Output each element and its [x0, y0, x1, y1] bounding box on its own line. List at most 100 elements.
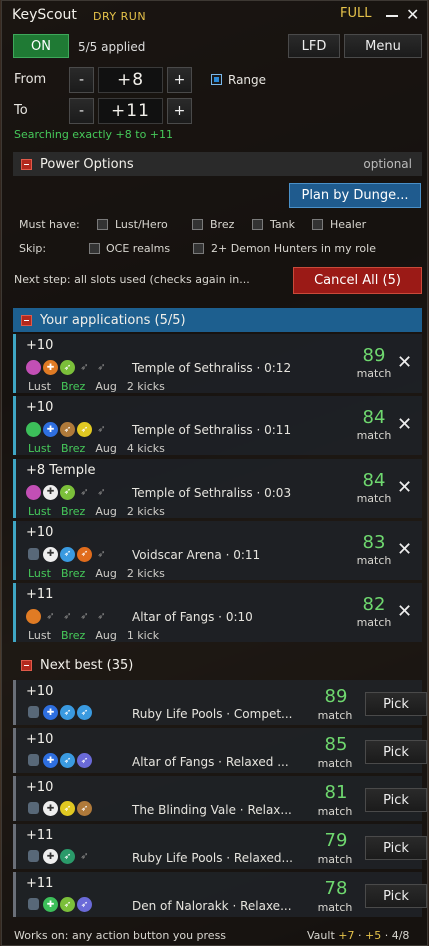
- lust-tag: Lust: [28, 442, 51, 456]
- range-label: Range: [228, 73, 267, 87]
- range-checkbox[interactable]: [211, 74, 222, 85]
- healer-role-icon: ✚: [43, 484, 58, 500]
- from-level-value[interactable]: +8: [98, 67, 163, 93]
- next-step-text: Next step: all slots used (checks again …: [14, 273, 250, 286]
- match-label: match: [317, 901, 353, 914]
- tank-role-icon: [28, 898, 39, 910]
- group-style: Relaxed...: [233, 851, 293, 865]
- from-increment-button[interactable]: +: [167, 67, 192, 93]
- healer-role-icon: ✚: [43, 360, 58, 375]
- elapsed-time: 0:03: [264, 485, 292, 500]
- application-card[interactable]: +8 Temple Temple of Sethraliss · 0:03 Lu…: [13, 458, 422, 518]
- cancel-all-button[interactable]: Cancel All (5): [293, 267, 422, 294]
- dungeon-info: Temple of Sethraliss · 0:12: [132, 361, 292, 375]
- tank-role-icon: [26, 360, 41, 375]
- key-level: +11: [26, 587, 54, 603]
- keyscout-window: KeyScout DRY RUN FULL ✕ ON 5/5 applied L…: [1, 0, 428, 946]
- brez-tag: Brez: [60, 380, 86, 393]
- to-level-value[interactable]: +11: [98, 98, 163, 124]
- pick-button[interactable]: Pick: [365, 740, 427, 764]
- aug-tag: Aug: [95, 442, 117, 456]
- cancel-application-icon[interactable]: ✕: [397, 477, 412, 498]
- demon-hunter-checkbox[interactable]: [193, 243, 204, 254]
- healer-role-icon: ✚: [43, 422, 58, 438]
- pick-button[interactable]: Pick: [365, 884, 427, 908]
- next-best-card[interactable]: +10 Altar of Fangs · Relaxed ... 85 matc…: [13, 728, 427, 773]
- pick-button[interactable]: Pick: [365, 692, 427, 716]
- group-tags: Lust Brez Aug 2 kicks: [28, 567, 165, 580]
- dps-role-icon: ➶: [60, 705, 75, 720]
- empty-dps-role-icon: ➶: [97, 424, 106, 436]
- role-icons: ✚ ➶ ➶: [26, 849, 92, 864]
- pick-button[interactable]: Pick: [365, 788, 427, 812]
- minimize-icon[interactable]: [385, 9, 399, 23]
- application-card[interactable]: +11 Altar of Fangs · 0:10 Lust Brez Aug …: [13, 583, 422, 643]
- healer-checkbox[interactable]: [312, 219, 323, 230]
- next-best-card[interactable]: +10 Ruby Life Pools · Compet... 89 match…: [13, 680, 427, 725]
- demon-hunter-label: 2+ Demon Hunters in my role: [211, 242, 376, 255]
- on-toggle-button[interactable]: ON: [13, 34, 69, 58]
- match-label: match: [356, 616, 392, 630]
- dps-role-icon: ➶: [77, 801, 92, 816]
- to-decrement-button[interactable]: -: [69, 98, 94, 124]
- key-level: +10: [26, 524, 54, 540]
- elapsed-time: 0:11: [233, 547, 261, 562]
- next-best-header[interactable]: Next best (35): [13, 653, 422, 677]
- elapsed-time: 0:12: [264, 361, 292, 375]
- power-options-header[interactable]: Power Options optional: [13, 152, 422, 176]
- application-card[interactable]: +10 Voidscar Arena · 0:11 Lust Brez Aug …: [13, 520, 422, 580]
- from-decrement-button[interactable]: -: [69, 67, 94, 93]
- collapse-icon[interactable]: [21, 158, 32, 170]
- lust-checkbox[interactable]: [97, 219, 108, 230]
- dungeon-info: Temple of Sethraliss · 0:03: [132, 485, 292, 500]
- role-icons: ✚ ➶ ➶ ➶: [26, 360, 109, 375]
- pick-button[interactable]: Pick: [365, 836, 427, 860]
- brez-label: Brez: [210, 218, 235, 231]
- dps-role-icon: ➶: [60, 801, 75, 816]
- lfd-button[interactable]: LFD: [288, 34, 340, 58]
- lust-tag: Lust: [28, 629, 51, 643]
- brez-tag: Brez: [60, 566, 86, 580]
- next-best-card[interactable]: +11 Ruby Life Pools · Relaxed... 79 matc…: [13, 824, 427, 869]
- next-best-card[interactable]: +10 The Blinding Vale · Relax... 81 matc…: [13, 776, 427, 821]
- application-card[interactable]: +10 Temple of Sethraliss · 0:12 Lust Bre…: [13, 334, 422, 393]
- group-style: Compet...: [233, 707, 293, 721]
- tank-role-icon: [28, 706, 39, 718]
- cancel-application-icon[interactable]: ✕: [397, 539, 412, 560]
- next-best-card[interactable]: +11 Den of Nalorakk · Relaxe... 78 match…: [13, 872, 427, 917]
- key-level: +11: [26, 828, 54, 843]
- search-range-text: Searching exactly +8 to +11: [14, 128, 174, 141]
- match-label: match: [356, 367, 392, 380]
- brez-checkbox[interactable]: [192, 219, 203, 230]
- oce-label: OCE realms: [106, 242, 171, 255]
- role-icons: ➶ ➶ ➶ ➶: [26, 609, 109, 625]
- collapse-icon[interactable]: [21, 659, 32, 671]
- dps-role-icon: ➶: [60, 849, 75, 864]
- key-level: +8 Temple: [26, 462, 96, 478]
- tank-checkbox[interactable]: [252, 219, 263, 230]
- tank-role-icon: [28, 802, 39, 814]
- applications-header[interactable]: Your applications (5/5): [13, 308, 422, 332]
- menu-button[interactable]: Menu: [344, 34, 422, 58]
- to-increment-button[interactable]: +: [167, 98, 192, 124]
- from-label: From: [14, 72, 47, 87]
- oce-checkbox[interactable]: [89, 243, 100, 254]
- empty-dps-role-icon: ➶: [97, 362, 106, 373]
- application-card[interactable]: +10 Temple of Sethraliss · 0:11 Lust Bre…: [13, 396, 422, 456]
- lust-tag: Lust: [28, 566, 51, 580]
- dungeon-name: Voidscar Arena: [132, 547, 222, 562]
- tank-role-icon: [26, 484, 41, 500]
- close-icon[interactable]: ✕: [406, 6, 419, 24]
- elapsed-time: 0:10: [225, 610, 253, 625]
- match-label: match: [356, 553, 392, 567]
- dps-role-icon: ➶: [77, 897, 92, 912]
- match-label: match: [356, 429, 392, 443]
- role-icons: ✚ ➶ ➶: [26, 753, 92, 768]
- dps-role-icon: ➶: [60, 484, 75, 500]
- cancel-application-icon[interactable]: ✕: [397, 352, 412, 373]
- dungeon-name: Altar of Fangs: [132, 755, 215, 769]
- cancel-application-icon[interactable]: ✕: [397, 601, 412, 622]
- plan-by-dungeon-button[interactable]: Plan by Dunge...: [289, 183, 421, 208]
- cancel-application-icon[interactable]: ✕: [397, 414, 412, 435]
- collapse-icon[interactable]: [21, 314, 32, 326]
